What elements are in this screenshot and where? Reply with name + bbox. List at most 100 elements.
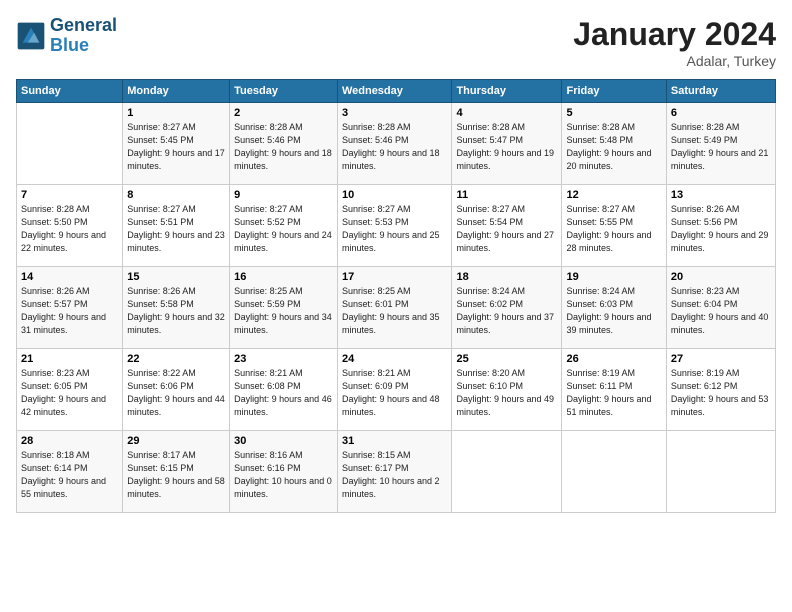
- day-number: 7: [21, 189, 118, 201]
- logo-text: General Blue: [50, 16, 117, 56]
- day-info: Sunrise: 8:19 AMSunset: 6:11 PMDaylight:…: [566, 367, 661, 419]
- day-info: Sunrise: 8:28 AMSunset: 5:46 PMDaylight:…: [342, 121, 448, 173]
- day-number: 10: [342, 189, 448, 201]
- month-title: January 2024: [573, 16, 776, 53]
- week-row-3: 14 Sunrise: 8:26 AMSunset: 5:57 PMDaylig…: [17, 267, 776, 349]
- day-cell: 31 Sunrise: 8:15 AMSunset: 6:17 PMDaylig…: [337, 431, 452, 513]
- col-thursday: Thursday: [452, 80, 562, 103]
- day-info: Sunrise: 8:27 AMSunset: 5:53 PMDaylight:…: [342, 203, 448, 255]
- day-info: Sunrise: 8:21 AMSunset: 6:09 PMDaylight:…: [342, 367, 448, 419]
- day-cell: 13 Sunrise: 8:26 AMSunset: 5:56 PMDaylig…: [666, 185, 775, 267]
- day-number: 6: [671, 107, 771, 119]
- header-row: Sunday Monday Tuesday Wednesday Thursday…: [17, 80, 776, 103]
- logo-line1: General: [50, 16, 117, 36]
- day-info: Sunrise: 8:27 AMSunset: 5:54 PMDaylight:…: [456, 203, 557, 255]
- day-number: 30: [234, 435, 333, 447]
- week-row-2: 7 Sunrise: 8:28 AMSunset: 5:50 PMDayligh…: [17, 185, 776, 267]
- day-cell: 24 Sunrise: 8:21 AMSunset: 6:09 PMDaylig…: [337, 349, 452, 431]
- day-cell: 17 Sunrise: 8:25 AMSunset: 6:01 PMDaylig…: [337, 267, 452, 349]
- logo-line2: Blue: [50, 36, 117, 56]
- day-number: 29: [127, 435, 225, 447]
- day-cell: 14 Sunrise: 8:26 AMSunset: 5:57 PMDaylig…: [17, 267, 123, 349]
- day-info: Sunrise: 8:23 AMSunset: 6:05 PMDaylight:…: [21, 367, 118, 419]
- day-info: Sunrise: 8:15 AMSunset: 6:17 PMDaylight:…: [342, 449, 448, 501]
- day-info: Sunrise: 8:27 AMSunset: 5:51 PMDaylight:…: [127, 203, 225, 255]
- day-number: 16: [234, 271, 333, 283]
- day-number: 3: [342, 107, 448, 119]
- day-number: 17: [342, 271, 448, 283]
- day-number: 2: [234, 107, 333, 119]
- day-info: Sunrise: 8:17 AMSunset: 6:15 PMDaylight:…: [127, 449, 225, 501]
- day-cell: 8 Sunrise: 8:27 AMSunset: 5:51 PMDayligh…: [123, 185, 230, 267]
- day-cell: [666, 431, 775, 513]
- day-cell: 26 Sunrise: 8:19 AMSunset: 6:11 PMDaylig…: [562, 349, 666, 431]
- day-info: Sunrise: 8:22 AMSunset: 6:06 PMDaylight:…: [127, 367, 225, 419]
- day-cell: 27 Sunrise: 8:19 AMSunset: 6:12 PMDaylig…: [666, 349, 775, 431]
- logo-icon: [16, 21, 46, 51]
- day-cell: 21 Sunrise: 8:23 AMSunset: 6:05 PMDaylig…: [17, 349, 123, 431]
- day-cell: 10 Sunrise: 8:27 AMSunset: 5:53 PMDaylig…: [337, 185, 452, 267]
- col-sunday: Sunday: [17, 80, 123, 103]
- day-info: Sunrise: 8:28 AMSunset: 5:47 PMDaylight:…: [456, 121, 557, 173]
- day-number: 12: [566, 189, 661, 201]
- day-info: Sunrise: 8:26 AMSunset: 5:56 PMDaylight:…: [671, 203, 771, 255]
- day-cell: [17, 103, 123, 185]
- day-cell: 12 Sunrise: 8:27 AMSunset: 5:55 PMDaylig…: [562, 185, 666, 267]
- day-number: 31: [342, 435, 448, 447]
- day-info: Sunrise: 8:28 AMSunset: 5:46 PMDaylight:…: [234, 121, 333, 173]
- day-number: 26: [566, 353, 661, 365]
- day-number: 22: [127, 353, 225, 365]
- day-info: Sunrise: 8:18 AMSunset: 6:14 PMDaylight:…: [21, 449, 118, 501]
- day-cell: 3 Sunrise: 8:28 AMSunset: 5:46 PMDayligh…: [337, 103, 452, 185]
- day-cell: 25 Sunrise: 8:20 AMSunset: 6:10 PMDaylig…: [452, 349, 562, 431]
- day-cell: 5 Sunrise: 8:28 AMSunset: 5:48 PMDayligh…: [562, 103, 666, 185]
- day-cell: 20 Sunrise: 8:23 AMSunset: 6:04 PMDaylig…: [666, 267, 775, 349]
- day-cell: 29 Sunrise: 8:17 AMSunset: 6:15 PMDaylig…: [123, 431, 230, 513]
- day-info: Sunrise: 8:26 AMSunset: 5:58 PMDaylight:…: [127, 285, 225, 337]
- day-number: 21: [21, 353, 118, 365]
- day-info: Sunrise: 8:23 AMSunset: 6:04 PMDaylight:…: [671, 285, 771, 337]
- col-friday: Friday: [562, 80, 666, 103]
- title-block: January 2024 Adalar, Turkey: [573, 16, 776, 69]
- day-info: Sunrise: 8:20 AMSunset: 6:10 PMDaylight:…: [456, 367, 557, 419]
- day-info: Sunrise: 8:21 AMSunset: 6:08 PMDaylight:…: [234, 367, 333, 419]
- day-number: 1: [127, 107, 225, 119]
- day-cell: 18 Sunrise: 8:24 AMSunset: 6:02 PMDaylig…: [452, 267, 562, 349]
- day-cell: 2 Sunrise: 8:28 AMSunset: 5:46 PMDayligh…: [230, 103, 338, 185]
- subtitle: Adalar, Turkey: [573, 53, 776, 69]
- day-number: 4: [456, 107, 557, 119]
- day-info: Sunrise: 8:25 AMSunset: 5:59 PMDaylight:…: [234, 285, 333, 337]
- col-saturday: Saturday: [666, 80, 775, 103]
- day-number: 9: [234, 189, 333, 201]
- day-cell: [452, 431, 562, 513]
- day-cell: 30 Sunrise: 8:16 AMSunset: 6:16 PMDaylig…: [230, 431, 338, 513]
- day-info: Sunrise: 8:16 AMSunset: 6:16 PMDaylight:…: [234, 449, 333, 501]
- day-number: 18: [456, 271, 557, 283]
- day-cell: 15 Sunrise: 8:26 AMSunset: 5:58 PMDaylig…: [123, 267, 230, 349]
- day-info: Sunrise: 8:24 AMSunset: 6:03 PMDaylight:…: [566, 285, 661, 337]
- day-number: 19: [566, 271, 661, 283]
- day-info: Sunrise: 8:27 AMSunset: 5:45 PMDaylight:…: [127, 121, 225, 173]
- day-number: 11: [456, 189, 557, 201]
- day-cell: 7 Sunrise: 8:28 AMSunset: 5:50 PMDayligh…: [17, 185, 123, 267]
- day-cell: 1 Sunrise: 8:27 AMSunset: 5:45 PMDayligh…: [123, 103, 230, 185]
- day-cell: [562, 431, 666, 513]
- day-info: Sunrise: 8:25 AMSunset: 6:01 PMDaylight:…: [342, 285, 448, 337]
- day-cell: 19 Sunrise: 8:24 AMSunset: 6:03 PMDaylig…: [562, 267, 666, 349]
- header: General Blue January 2024 Adalar, Turkey: [16, 16, 776, 69]
- day-number: 23: [234, 353, 333, 365]
- day-cell: 6 Sunrise: 8:28 AMSunset: 5:49 PMDayligh…: [666, 103, 775, 185]
- day-number: 27: [671, 353, 771, 365]
- col-tuesday: Tuesday: [230, 80, 338, 103]
- day-info: Sunrise: 8:28 AMSunset: 5:50 PMDaylight:…: [21, 203, 118, 255]
- day-cell: 28 Sunrise: 8:18 AMSunset: 6:14 PMDaylig…: [17, 431, 123, 513]
- logo: General Blue: [16, 16, 117, 56]
- day-cell: 22 Sunrise: 8:22 AMSunset: 6:06 PMDaylig…: [123, 349, 230, 431]
- day-cell: 4 Sunrise: 8:28 AMSunset: 5:47 PMDayligh…: [452, 103, 562, 185]
- day-number: 28: [21, 435, 118, 447]
- day-info: Sunrise: 8:19 AMSunset: 6:12 PMDaylight:…: [671, 367, 771, 419]
- week-row-1: 1 Sunrise: 8:27 AMSunset: 5:45 PMDayligh…: [17, 103, 776, 185]
- col-monday: Monday: [123, 80, 230, 103]
- day-info: Sunrise: 8:27 AMSunset: 5:52 PMDaylight:…: [234, 203, 333, 255]
- day-number: 13: [671, 189, 771, 201]
